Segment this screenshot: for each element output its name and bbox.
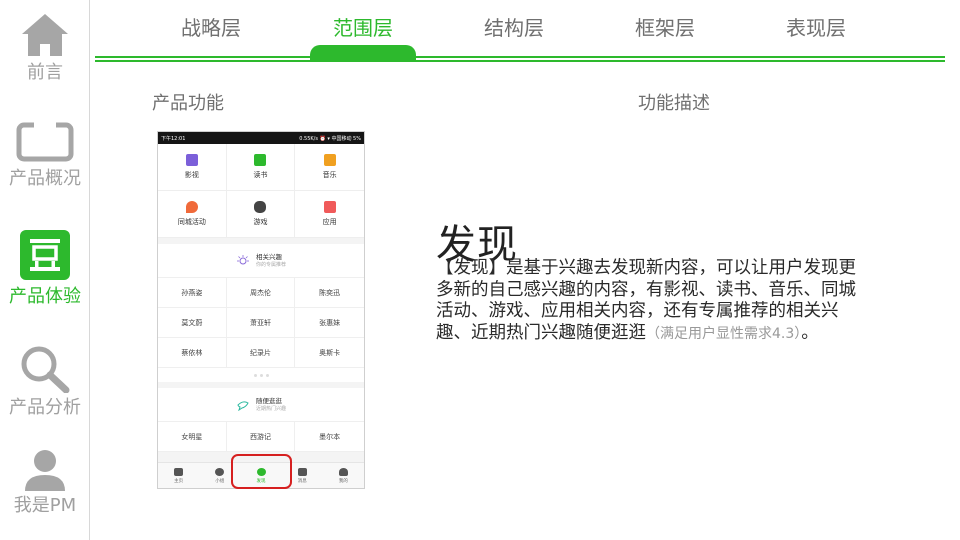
active-tab-indicator	[310, 45, 416, 61]
interest-card-title: 相关兴趣	[255, 252, 282, 261]
tab-structure[interactable]: 结构层	[459, 12, 569, 41]
phone-nav-me[interactable]: 我的	[323, 463, 364, 488]
feature-description: 【发现】是基于兴趣去发现新内容，可以让用户发现更多新的自己感兴趣的内容，有影视、…	[436, 258, 856, 345]
monitor-icon	[16, 122, 74, 162]
category-events[interactable]: 同城活动	[158, 191, 227, 238]
phone-nav-home[interactable]: 主页	[158, 463, 199, 488]
tab-divider	[95, 56, 945, 58]
sun-icon	[236, 254, 249, 264]
category-games[interactable]: 游戏	[226, 191, 296, 238]
interest-tag[interactable]: 张惠妹	[295, 308, 364, 338]
random-tag[interactable]: 西游记	[226, 422, 296, 452]
group-icon	[215, 467, 225, 476]
phone-screenshot: 下午12:01 0.55K/s ⏰ ▾ 中国移动 5% 影视 读书 音乐 同城活…	[157, 131, 365, 489]
home-icon	[174, 467, 184, 476]
sidebar-item-preface[interactable]: 前言	[0, 12, 90, 84]
book-icon	[254, 154, 267, 166]
category-film[interactable]: 影视	[158, 144, 227, 191]
tab-surface[interactable]: 表现层	[761, 12, 871, 41]
random-card-subtitle: 近期热门兴趣	[255, 405, 286, 412]
random-tags: 女明星 西游记 墨尔本	[158, 422, 364, 452]
feature-description-note: （满足用户显性需求4.3）	[646, 325, 802, 342]
random-card: 随便逛逛 近期热门兴趣 女明星 西游记 墨尔本	[158, 388, 364, 452]
status-indicators: 0.55K/s ⏰ ▾ 中国移动 5%	[299, 135, 361, 142]
interest-card-header: 相关兴趣 你的专属推荐	[158, 244, 364, 278]
interest-tags: 孙燕姿 周杰伦 陈奕迅 莫文蔚 萧亚轩 张惠妹 蔡依林 纪录片 奥斯卡	[158, 278, 364, 368]
sidebar-item-pm[interactable]: 我是PM	[0, 449, 90, 517]
feature-description-end: 。	[801, 322, 819, 343]
film-icon	[185, 154, 198, 166]
home-icon	[22, 14, 68, 56]
bird-icon	[237, 400, 249, 411]
category-books[interactable]: 读书	[226, 144, 296, 191]
sidebar-item-analysis[interactable]: 产品分析	[0, 345, 90, 419]
sidebar-item-label: 前言	[27, 62, 63, 83]
discover-highlight-box	[231, 454, 292, 489]
douban-logo-icon	[20, 230, 70, 280]
interest-tag[interactable]: 陈奕迅	[295, 278, 364, 308]
interest-tag[interactable]: 孙燕姿	[158, 278, 227, 308]
status-bar: 下午12:01 0.55K/s ⏰ ▾ 中国移动 5%	[158, 132, 364, 144]
person-icon	[25, 450, 65, 491]
interest-tag[interactable]: 萧亚轩	[226, 308, 296, 338]
location-pin-icon	[185, 201, 198, 213]
category-music[interactable]: 音乐	[295, 144, 364, 191]
sidebar-item-label: 产品概况	[9, 168, 81, 189]
interest-tag[interactable]: 莫文蔚	[158, 308, 227, 338]
random-tag[interactable]: 墨尔本	[295, 422, 364, 452]
random-card-header: 随便逛逛 近期热门兴趣	[158, 388, 364, 422]
app-icon	[323, 201, 336, 213]
column-heading-features: 产品功能	[152, 93, 224, 114]
interest-tag[interactable]: 奥斯卡	[295, 338, 364, 368]
tab-scope[interactable]: 范围层	[308, 12, 418, 41]
gamepad-icon	[254, 201, 267, 213]
interest-card: 相关兴趣 你的专属推荐 孙燕姿 周杰伦 陈奕迅 莫文蔚 萧亚轩 张惠妹 蔡依林 …	[158, 244, 364, 382]
sidebar: 前言 产品概况 产品体验 产品分析 我是PM	[0, 0, 90, 540]
column-heading-description: 功能描述	[638, 93, 710, 114]
page-indicator	[158, 368, 364, 382]
tab-skeleton[interactable]: 框架层	[610, 12, 720, 41]
interest-tag[interactable]: 周杰伦	[226, 278, 296, 308]
random-tag[interactable]: 女明星	[158, 422, 227, 452]
sidebar-item-experience[interactable]: 产品体验	[0, 230, 90, 308]
magnifier-icon	[21, 346, 70, 393]
chat-icon	[297, 467, 307, 476]
sidebar-item-overview[interactable]: 产品概况	[0, 122, 90, 190]
tab-divider	[95, 60, 945, 62]
category-grid: 影视 读书 音乐 同城活动 游戏 应用	[158, 144, 364, 238]
sidebar-item-label: 产品分析	[9, 397, 81, 418]
category-apps[interactable]: 应用	[295, 191, 364, 238]
interest-tag[interactable]: 纪录片	[226, 338, 296, 368]
music-note-icon	[323, 154, 336, 166]
person-icon	[338, 467, 348, 476]
random-card-title: 随便逛逛	[255, 396, 282, 405]
tab-strategy[interactable]: 战略层	[156, 12, 266, 41]
sidebar-item-label: 我是PM	[13, 495, 77, 516]
sidebar-item-label: 产品体验	[9, 286, 81, 307]
interest-card-subtitle: 你的专属推荐	[255, 261, 286, 268]
interest-tag[interactable]: 蔡依林	[158, 338, 227, 368]
status-time: 下午12:01	[161, 135, 186, 142]
